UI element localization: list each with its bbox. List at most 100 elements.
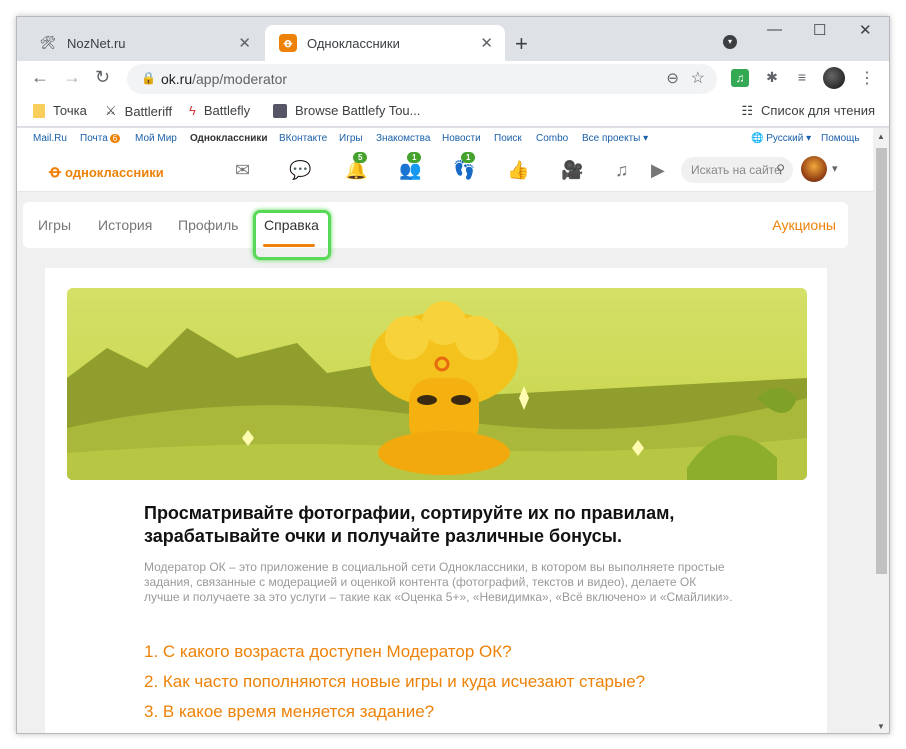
battlefly-icon: ϟ [189, 103, 196, 118]
url-text[interactable]: ok.ru/app/moderator [161, 71, 287, 87]
browser-toolbar: ← → ↻ 🔒 ok.ru/app/moderator ⊖ ☆ ♫ ✱ ≡ ⋮ [17, 61, 889, 97]
tab-profile[interactable]: Профиль [178, 217, 238, 233]
video-icon[interactable]: 🎥 [561, 160, 583, 181]
ok-logo[interactable]: ꝋ одноклассники [49, 162, 164, 182]
bookmark-battleriff[interactable]: ⚔ Battleriff [105, 103, 172, 119]
faq-item[interactable]: 3. В какое время меняется задание? [144, 702, 434, 722]
messages-icon[interactable]: ✉ [235, 160, 250, 181]
close-icon[interactable]: ✕ [480, 34, 493, 52]
scrollbar-thumb[interactable] [876, 148, 887, 574]
reading-list-icon: ☷ [741, 103, 754, 118]
bookmark-star-icon[interactable]: ☆ [691, 68, 705, 88]
link-vkontakte[interactable]: ВКонтакте [279, 133, 327, 144]
music-extension-icon[interactable]: ♫ [731, 69, 749, 87]
bookmark-tochka[interactable]: Точка [33, 103, 87, 118]
back-icon[interactable]: ← [31, 67, 49, 88]
profile-avatar[interactable] [823, 67, 845, 89]
faq-item[interactable]: 2. Как часто пополняются новые игры и ку… [144, 672, 645, 692]
tab-help-highlight [253, 210, 331, 260]
guests-icon[interactable]: 👣 1 [453, 152, 476, 181]
link-dating[interactable]: Знакомства [376, 133, 430, 144]
address-bar[interactable]: 🔒 ok.ru/app/moderator ⊖ ☆ [127, 64, 717, 94]
app-tabs: Игры История Профиль Справка Аукционы [23, 202, 848, 248]
play-icon[interactable]: ▶ [651, 160, 665, 181]
maximize-button[interactable]: ☐ [813, 21, 826, 39]
help-content: Просматривайте фотографии, сортируйте их… [45, 268, 827, 733]
ok-logo-text: одноклассники [64, 164, 164, 180]
link-help[interactable]: Помощь [821, 133, 860, 144]
music-icon[interactable]: ♫ [615, 160, 629, 181]
close-icon[interactable]: ✕ [238, 34, 251, 52]
scroll-down-icon[interactable]: ▼ [877, 722, 885, 731]
bookmark-battlefy[interactable]: Browse Battlefy Tou... [273, 103, 421, 118]
notifications-badge: 5 [353, 152, 368, 163]
ok-logo-icon: ꝋ [49, 162, 61, 181]
bookmark-label: Battleriff [124, 103, 173, 119]
globe-icon: 🌐 [751, 133, 767, 144]
bookmark-label: Browse Battlefy Tou... [295, 103, 421, 118]
menu-kebab-icon[interactable]: ⋮ [859, 68, 875, 88]
search-placeholder: Искать на сайте [691, 163, 781, 177]
bookmark-label: Точка [53, 103, 87, 118]
auctions-link[interactable]: Аукционы [772, 217, 836, 233]
tab-odnoklassniki[interactable]: ꝋ Одноклассники ✕ [265, 25, 505, 61]
language-label: Русский ▾ [766, 133, 812, 144]
link-odnoklassniki[interactable]: Одноклассники [190, 133, 268, 144]
ok-icon: ꝋ [279, 34, 297, 52]
reading-list[interactable]: ☷ Список для чтения [741, 103, 875, 119]
url-path: /app/moderator [192, 71, 288, 87]
faq-item[interactable]: 1. С какого возраста доступен Модератор … [144, 642, 512, 662]
marks-icon[interactable]: 👍 [507, 160, 529, 181]
new-tab-button[interactable]: + [515, 31, 528, 57]
folder-icon [33, 103, 45, 118]
bookmark-battlefly[interactable]: ϟ Battlefly [189, 103, 250, 118]
link-mail-label: Почта [80, 133, 108, 144]
forward-icon[interactable]: → [63, 67, 81, 88]
battlefy-icon [273, 103, 287, 118]
zoom-icon[interactable]: ⊖ [666, 69, 679, 87]
scroll-up-icon[interactable]: ▲ [877, 132, 885, 141]
ok-header: ꝋ одноклассники ✉ 💬 🔔 5 👥 1 👣 1 👍 🎥 ♫ ▶ Иск… [17, 150, 873, 192]
help-heading: Просматривайте фотографии, сортируйте их… [144, 503, 675, 546]
media-queue-icon[interactable]: ≡ [793, 69, 811, 87]
link-mailru[interactable]: Mail.Ru [33, 133, 67, 144]
url-host: ok.ru [161, 71, 193, 87]
tab-title: Одноклассники [307, 35, 400, 51]
link-news[interactable]: Новости [442, 133, 481, 144]
ok-search-input[interactable]: Искать на сайте ⚲ [681, 157, 793, 183]
minimize-button[interactable]: — [767, 21, 782, 38]
link-games[interactable]: Игры [339, 133, 363, 144]
tab-search-icon[interactable]: ▾ [723, 35, 737, 49]
language-selector[interactable]: 🌐 Русский ▾ [751, 133, 811, 144]
window-close-button[interactable]: ✕ [859, 21, 872, 39]
link-moy-mir[interactable]: Мой Мир [135, 133, 177, 144]
ok-portal-links: Mail.Ru Почта 6 Мой Мир Одноклассники ВКо… [17, 128, 873, 150]
link-mail[interactable]: Почта 6 [80, 133, 121, 144]
extensions-puzzle-icon[interactable]: ✱ [763, 69, 781, 87]
search-icon[interactable]: ⚲ [776, 162, 785, 176]
help-description: Модератор ОК – это приложение в социальн… [144, 560, 733, 604]
notifications-icon[interactable]: 🔔 5 [345, 152, 368, 181]
tab-noznet[interactable]: 🛠 NozNet.ru ✕ [25, 25, 263, 61]
ok-user-avatar[interactable] [801, 156, 827, 182]
link-search[interactable]: Поиск [494, 133, 522, 144]
friends-icon[interactable]: 👥 1 [399, 152, 422, 181]
tab-games[interactable]: Игры [38, 217, 71, 233]
discussions-icon[interactable]: 💬 [289, 160, 311, 181]
lock-icon: 🔒 [141, 71, 156, 85]
link-all-projects[interactable]: Все проекты ▾ [582, 133, 648, 144]
link-combo[interactable]: Combo [536, 133, 568, 144]
browser-window: 🛠 NozNet.ru ✕ ꝋ Одноклассники ✕ + ▾ — ☐ … [16, 16, 890, 734]
reload-icon[interactable]: ↻ [95, 67, 110, 88]
reading-list-label: Список для чтения [761, 103, 875, 118]
page-scrollbar[interactable]: ▲ ▼ [873, 128, 889, 733]
moderator-banner [67, 288, 807, 480]
tab-title: NozNet.ru [67, 35, 126, 51]
tab-strip: 🛠 NozNet.ru ✕ ꝋ Одноклассники ✕ + ▾ — ☐ … [17, 17, 889, 61]
battleriff-icon: ⚔ [105, 103, 117, 118]
tab-history[interactable]: История [98, 217, 152, 233]
bookmark-label: Battlefly [203, 103, 251, 118]
tools-icon: 🛠 [39, 35, 57, 50]
chevron-down-icon[interactable]: ▾ [832, 162, 838, 175]
mail-badge: 6 [109, 134, 121, 143]
